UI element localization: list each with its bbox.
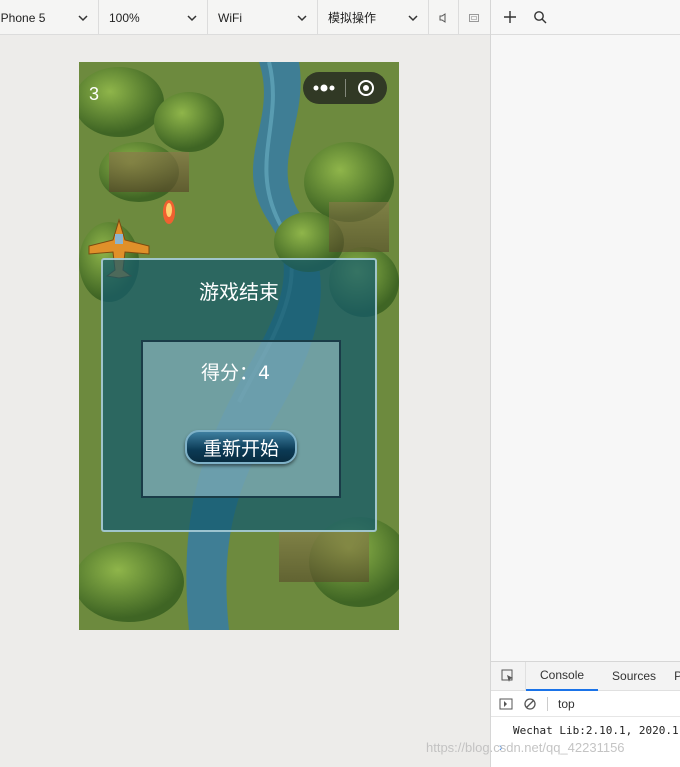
volume-button[interactable] xyxy=(429,0,459,35)
zoom-select[interactable]: 100% xyxy=(99,0,208,35)
devtools-tabs: Console Sources P xyxy=(491,661,680,691)
restart-button[interactable]: 重新开始 xyxy=(185,430,297,464)
search-icon[interactable] xyxy=(533,10,547,24)
console-log-line: Wechat Lib:2.10.1, 2020.1 xyxy=(513,724,679,737)
final-score: 得分：4 xyxy=(201,362,271,384)
current-score: 3 xyxy=(89,84,100,104)
tab-sources[interactable]: Sources xyxy=(598,662,670,691)
zoom-select-value: 100% xyxy=(109,10,140,25)
score-box: 得分：4 重新开始 xyxy=(141,340,341,498)
game-simulator[interactable]: ▼audiosbgm.mp3boom.mp3bullet.mp3▼imagesC… xyxy=(79,62,399,630)
device-select[interactable]: iPhone 5 xyxy=(0,0,99,35)
speaker-icon xyxy=(439,12,445,23)
operation-select[interactable]: 模拟操作 xyxy=(318,0,429,35)
more-dots-icon xyxy=(313,84,335,92)
device-toolbar: iPhone 5 100% WiFi 模拟操作 xyxy=(0,0,490,35)
network-select[interactable]: WiFi xyxy=(208,0,318,35)
window-icon xyxy=(469,13,479,22)
operation-select-value: 模拟操作 xyxy=(328,11,377,25)
close-button[interactable] xyxy=(346,72,388,104)
add-icon[interactable] xyxy=(503,10,517,24)
chevron-down-icon xyxy=(408,14,418,21)
file-explorer-panel: Console Sources P top Wechat Lib:2.10.1,… xyxy=(490,0,680,767)
context-select[interactable]: top xyxy=(558,697,575,711)
inspect-cursor-icon xyxy=(501,669,513,682)
tab-console[interactable]: Console xyxy=(526,662,599,691)
more-button[interactable] xyxy=(303,72,345,104)
game-over-dialog: 游戏结束 得分：4 重新开始 xyxy=(101,258,377,532)
sidebar-toggle-icon[interactable] xyxy=(499,697,513,711)
chevron-down-icon xyxy=(78,14,88,21)
chevron-down-icon xyxy=(297,14,307,21)
game-over-title: 游戏结束 xyxy=(199,280,279,304)
target-close-icon xyxy=(358,80,375,96)
watermark: https://blog.csdn.net/qq_42231156 xyxy=(426,740,625,755)
network-select-value: WiFi xyxy=(218,10,242,25)
tab-more[interactable]: P xyxy=(670,662,680,691)
clear-console-icon[interactable] xyxy=(523,697,537,711)
explorer-toolbar xyxy=(491,0,680,35)
mini-program-capsule xyxy=(303,72,387,104)
toolbar-divider xyxy=(547,696,548,711)
chevron-down-icon xyxy=(187,14,197,21)
console-toolbar: top xyxy=(491,691,680,717)
inspect-button[interactable] xyxy=(491,661,526,691)
window-button[interactable] xyxy=(459,0,489,35)
device-select-value: iPhone 5 xyxy=(0,10,46,25)
